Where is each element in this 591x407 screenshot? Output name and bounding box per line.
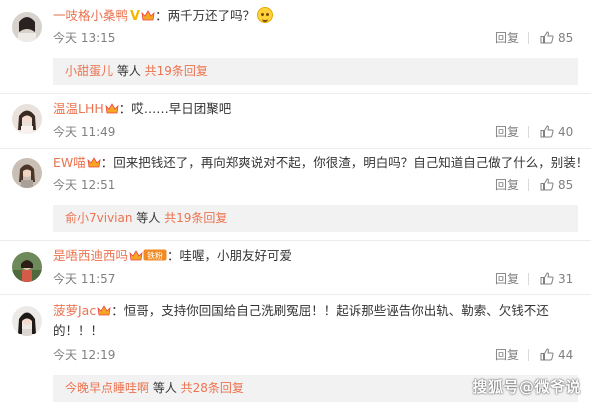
comment-time: 今天 11:49 bbox=[53, 125, 116, 139]
comment-text-line: 一吱格小桑鸭 V ：两千万还了吗？ bbox=[53, 7, 274, 26]
subreply-user[interactable]: 俞小7vivian bbox=[65, 211, 132, 225]
reply-button[interactable]: 回复 bbox=[495, 272, 519, 286]
comment-time: 今天 11:57 bbox=[53, 272, 116, 286]
subreply-middle: 等人 bbox=[132, 211, 165, 225]
username-link[interactable]: EW喵 bbox=[53, 155, 86, 170]
member-crown-icon bbox=[141, 10, 155, 21]
fan-badge-icon: 铁粉 bbox=[143, 249, 167, 261]
subreplies-bar[interactable]: 俞小7vivian 等人 共19条回复 bbox=[53, 205, 578, 232]
like-count: 85 bbox=[558, 178, 574, 192]
comment-time: 今天 12:51 bbox=[53, 178, 116, 192]
comment-text-line: 菠萝Jac ：恒哥，支持你回国给自己洗刷冤屈！！起诉那些诬告你出轨、勒索、欠钱不还 bbox=[53, 302, 549, 320]
thumbs-up-icon bbox=[540, 178, 554, 191]
username-link[interactable]: 是唔西迪西吗 bbox=[53, 248, 128, 263]
username-link[interactable]: 温温LHH bbox=[53, 101, 104, 116]
more-replies-link[interactable]: 共28条回复 bbox=[181, 381, 244, 395]
like-count: 85 bbox=[558, 31, 574, 45]
divider bbox=[0, 148, 591, 149]
comment-text-line: EW喵 ：回来把钱还了，再向郑爽说对不起，你很渣，明白吗？自己知道自己做了什么，别… bbox=[53, 154, 588, 172]
like-button[interactable]: 85 bbox=[540, 31, 573, 45]
avatar[interactable] bbox=[12, 252, 42, 282]
more-replies-link[interactable]: 共19条回复 bbox=[164, 211, 227, 225]
divider-vertical bbox=[528, 273, 529, 285]
like-button[interactable]: 40 bbox=[540, 125, 573, 139]
comment-content-line1: 恒哥，支持你回国给自己洗刷冤屈！！起诉那些诬告你出轨、勒索、欠钱不还 bbox=[123, 303, 549, 318]
thumbs-up-icon bbox=[540, 272, 554, 285]
subreplies-bar[interactable]: 小甜蛋儿 等人 共19条回复 bbox=[53, 58, 578, 85]
comment-content: 两千万还了吗？ bbox=[167, 8, 256, 23]
colon: ： bbox=[167, 248, 180, 263]
like-button[interactable]: 44 bbox=[540, 348, 573, 362]
colon: ： bbox=[100, 155, 114, 170]
colon: ： bbox=[111, 303, 124, 318]
subreply-user[interactable]: 今晚早点睡哇啊 bbox=[65, 381, 149, 395]
thumbs-up-icon bbox=[540, 31, 554, 44]
comment-time: 今天 13:15 bbox=[53, 31, 116, 45]
comment-text-line: 温温LHH ：哎……早日团聚吧 bbox=[53, 100, 231, 118]
divider bbox=[0, 240, 591, 241]
like-count: 31 bbox=[558, 272, 574, 286]
avatar[interactable] bbox=[12, 306, 42, 336]
reply-button[interactable]: 回复 bbox=[495, 125, 519, 139]
divider-vertical bbox=[528, 349, 529, 361]
comment-time: 今天 12:19 bbox=[53, 348, 116, 362]
username-link[interactable]: 菠萝Jac bbox=[53, 303, 96, 318]
member-crown-icon bbox=[87, 157, 101, 168]
thumbs-up-icon bbox=[540, 125, 554, 138]
like-count: 40 bbox=[558, 125, 574, 139]
comment-content: 哇喔，小朋友好可爱 bbox=[179, 248, 293, 263]
member-crown-icon bbox=[105, 103, 119, 114]
avatar[interactable] bbox=[12, 104, 42, 134]
comment-text-line: 是唔西迪西吗 铁粉 ：哇喔，小朋友好可爱 bbox=[53, 247, 292, 265]
colon: ： bbox=[118, 101, 132, 116]
divider bbox=[0, 93, 591, 94]
divider-vertical bbox=[528, 32, 529, 44]
member-crown-icon bbox=[97, 305, 111, 316]
like-count: 44 bbox=[558, 348, 574, 362]
subreply-user[interactable]: 小甜蛋儿 bbox=[65, 64, 113, 78]
member-crown-icon bbox=[129, 250, 143, 261]
colon: ： bbox=[155, 8, 168, 23]
comment-content: 哎……早日团聚吧 bbox=[131, 101, 232, 116]
divider-vertical bbox=[528, 179, 529, 191]
subreply-middle: 等人 bbox=[113, 64, 145, 78]
reply-button[interactable]: 回复 bbox=[495, 348, 519, 362]
comment-content-line2: 的！！！ bbox=[53, 323, 104, 338]
divider-vertical bbox=[528, 126, 529, 138]
thumbs-up-icon bbox=[540, 348, 554, 361]
reply-button[interactable]: 回复 bbox=[495, 31, 519, 45]
comment-content: 回来把钱还了，再向郑爽说对不起，你很渣，明白吗？自己知道自己做了什么，别装！ bbox=[113, 155, 589, 170]
divider bbox=[0, 294, 591, 295]
fan-badge-label: 铁粉 bbox=[147, 251, 163, 261]
verified-v-icon: V bbox=[130, 9, 141, 24]
avatar[interactable] bbox=[12, 158, 42, 188]
reply-button[interactable]: 回复 bbox=[495, 178, 519, 192]
emoji-icon bbox=[257, 7, 274, 23]
username-link[interactable]: 一吱格小桑鸭 bbox=[53, 8, 128, 23]
avatar[interactable] bbox=[12, 12, 42, 42]
more-replies-link[interactable]: 共19条回复 bbox=[145, 64, 208, 78]
like-button[interactable]: 85 bbox=[540, 178, 573, 192]
watermark: 搜狐号@微爷说 bbox=[472, 378, 581, 396]
like-button[interactable]: 31 bbox=[540, 272, 573, 286]
subreply-middle: 等人 bbox=[149, 381, 181, 395]
